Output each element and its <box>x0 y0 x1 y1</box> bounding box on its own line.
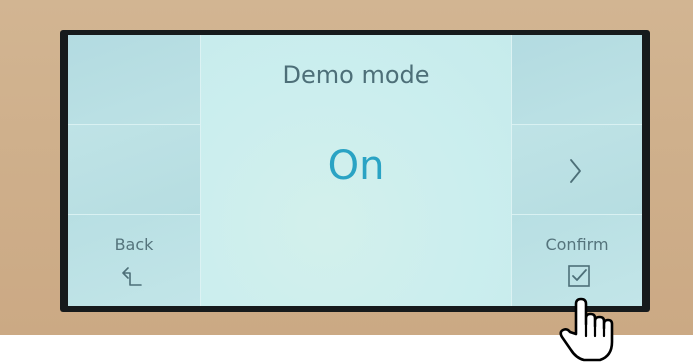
touch-display: Demo mode On Back Confirm <box>68 35 642 306</box>
left-cell-middle <box>68 125 200 215</box>
appliance-body: Demo mode On Back Confirm <box>0 0 693 335</box>
checkbox-check-icon <box>568 265 590 287</box>
confirm-label: Confirm <box>545 235 609 254</box>
page-title: Demo mode <box>282 61 430 89</box>
confirm-button[interactable]: Confirm <box>512 215 642 306</box>
setting-value: On <box>327 143 385 189</box>
right-cell-top <box>512 35 642 125</box>
left-cell-top <box>68 35 200 125</box>
next-button[interactable] <box>512 125 642 215</box>
hand-pointer-icon <box>559 297 614 362</box>
center-panel: Demo mode On <box>201 35 511 306</box>
chevron-right-icon <box>570 159 581 183</box>
back-label: Back <box>114 235 154 254</box>
back-arrow-icon <box>122 267 142 286</box>
back-button[interactable]: Back <box>68 215 200 306</box>
